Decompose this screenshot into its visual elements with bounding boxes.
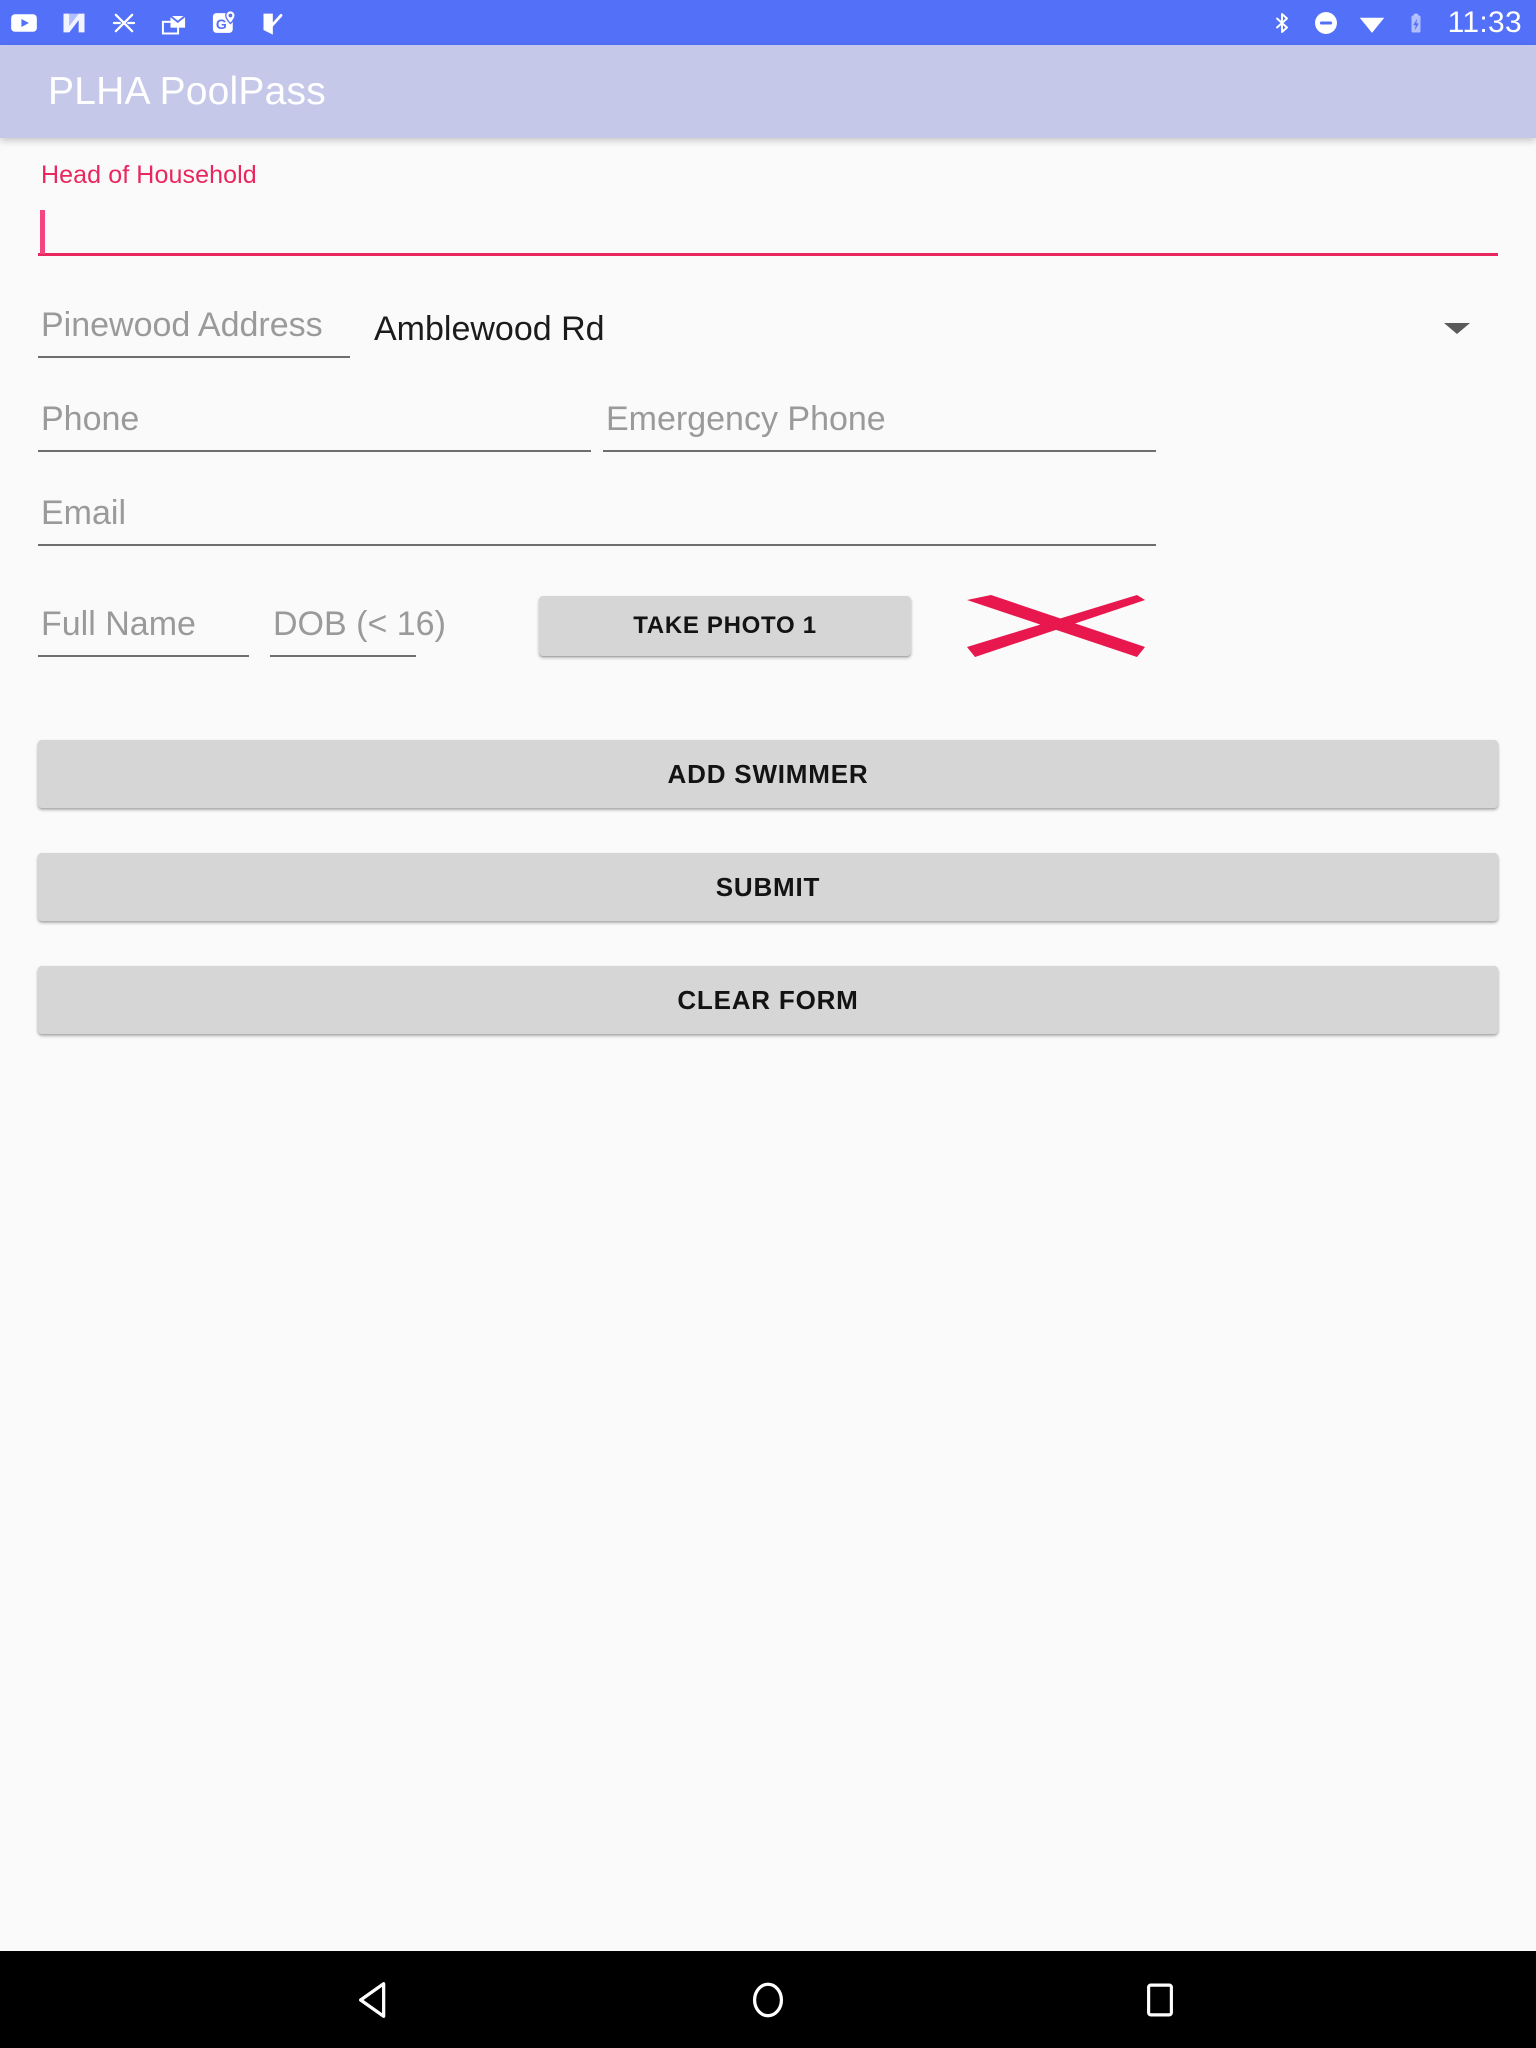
dob-placeholder: DOB (< 16): [273, 605, 446, 643]
head-of-household-label: Head of Household: [41, 161, 257, 189]
mail-open-icon: [160, 9, 188, 37]
phone-input[interactable]: Phone: [38, 390, 591, 452]
text-cursor: [40, 210, 45, 254]
check-flag-icon: [260, 9, 288, 37]
dob-input[interactable]: DOB (< 16): [270, 595, 446, 657]
email-placeholder: Email: [41, 494, 127, 532]
form-content: Head of Household Pinewood Address Amble…: [0, 138, 1536, 1951]
add-swimmer-button[interactable]: ADD SWIMMER: [38, 740, 1498, 808]
full-name-input[interactable]: Full Name: [38, 595, 249, 657]
street-spinner-value: Amblewood Rd: [374, 310, 605, 348]
submit-button[interactable]: SUBMIT: [38, 853, 1498, 921]
emergency-phone-placeholder: Emergency Phone: [606, 400, 886, 438]
youtube-icon: [10, 9, 38, 37]
address-row: Pinewood Address Amblewood Rd: [38, 296, 1498, 358]
nova-n-icon: [60, 9, 88, 37]
crossed-x-icon: [110, 9, 138, 37]
take-photo-1-button[interactable]: TAKE PHOTO 1: [539, 596, 911, 656]
status-bar-system-icons: 11:33: [1270, 5, 1522, 39]
app-title: PLHA PoolPass: [48, 69, 326, 113]
pinewood-address-input[interactable]: Pinewood Address: [38, 296, 350, 358]
status-bar-clock: 11:33: [1447, 5, 1522, 39]
head-of-household-input[interactable]: [38, 200, 1498, 256]
status-bar: G 11:33: [0, 0, 1536, 45]
pinewood-address-placeholder: Pinewood Address: [41, 306, 323, 344]
wifi-icon: [1358, 9, 1386, 37]
app-bar: PLHA PoolPass: [0, 45, 1536, 138]
emergency-phone-input[interactable]: Emergency Phone: [603, 390, 1156, 452]
home-icon[interactable]: [708, 1951, 828, 2048]
chevron-down-icon: [1444, 323, 1470, 334]
swimmer-row: Full Name DOB (< 16) TAKE PHOTO 1: [38, 578, 1498, 674]
bluetooth-icon: [1270, 9, 1294, 37]
back-icon[interactable]: [316, 1951, 436, 2048]
android-screen: G 11:33 PLHA PoolPass Head of Household …: [0, 0, 1536, 2048]
android-nav-bar: [0, 1951, 1536, 2048]
clear-form-button[interactable]: CLEAR FORM: [38, 966, 1498, 1034]
do-not-disturb-icon: [1312, 9, 1340, 37]
recents-icon[interactable]: [1100, 1951, 1220, 2048]
delete-x-icon[interactable]: [961, 578, 1151, 674]
phone-placeholder: Phone: [41, 400, 140, 438]
maps-pin-icon: G: [210, 9, 238, 37]
status-bar-notification-icons: G: [10, 9, 288, 37]
svg-text:G: G: [216, 15, 227, 31]
email-input[interactable]: Email: [38, 484, 1156, 546]
phone-row: Phone Emergency Phone: [38, 390, 1498, 452]
street-spinner[interactable]: Amblewood Rd: [374, 296, 1498, 358]
battery-charging-icon: [1404, 9, 1428, 37]
full-name-placeholder: Full Name: [41, 605, 196, 643]
